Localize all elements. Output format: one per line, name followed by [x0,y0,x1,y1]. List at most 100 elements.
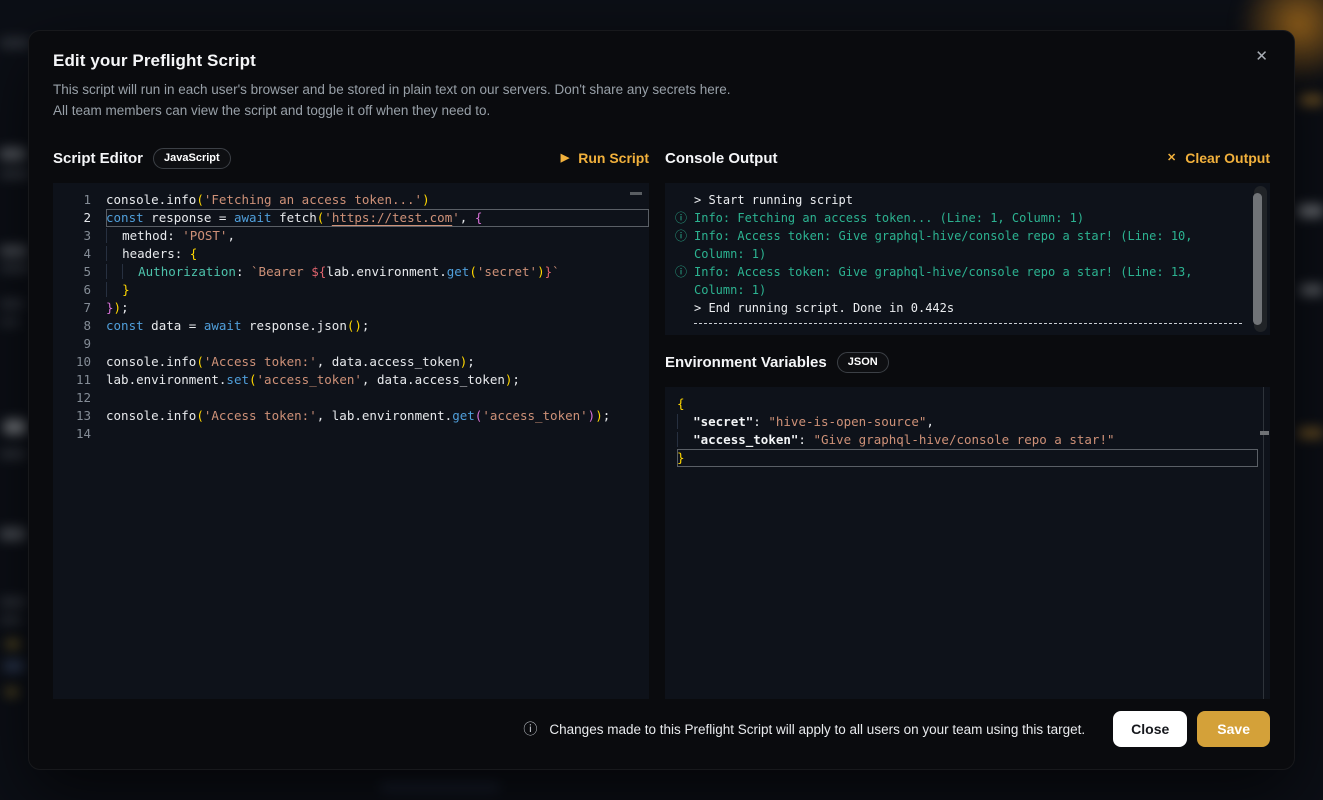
code-token: "access_token" [693,432,798,447]
code-token: ( [196,354,204,369]
env-line: "access_token": "Give graphql-hive/conso… [677,431,1258,449]
editor-scrollbar-thumb[interactable] [630,192,642,195]
console-scrollbar-track[interactable] [1254,186,1267,332]
script-editor-header: Script Editor JavaScript ▶ Run Script [53,145,649,171]
code-token: https://test.com [332,210,452,225]
info-icon: ⓘ [675,263,694,299]
run-script-label: Run Script [578,150,649,166]
modal-body: Script Editor JavaScript ▶ Run Script 1c… [29,145,1294,699]
code-token: , [926,414,934,429]
code-line: 3 method: 'POST', [53,227,649,245]
environment-variables-editor[interactable]: { "secret": "hive-is-open-source", "acce… [665,387,1270,699]
code-token: 'POST' [182,228,227,243]
code-token: headers: [122,246,190,261]
code-token: ) [422,192,430,207]
play-icon: ▶ [561,153,569,164]
code-token: : [753,414,768,429]
line-content: }); [106,299,649,317]
code-token: ) [114,300,122,315]
code-token: ) [537,264,545,279]
line-number: 3 [53,227,91,245]
line-number: 12 [53,389,91,407]
code-token: await [234,210,272,225]
code-token: `Bearer [251,264,311,279]
code-token: lab.environment. [106,372,226,387]
console-entry: > Start running script [675,191,1242,209]
code-token: { [475,210,483,225]
console-entry: ⓘInfo: Access token: Give graphql-hive/c… [675,263,1242,299]
code-token: 'secret' [477,264,537,279]
line-content: lab.environment.set('access_token', data… [106,371,649,389]
code-token: ; [603,408,611,423]
line-number: 7 [53,299,91,317]
code-token: console.info [106,408,196,423]
code-token: get [447,264,470,279]
console-entry-text: > Start running script [694,191,1242,209]
code-line: 6 } [53,281,649,299]
script-editor-code-area[interactable]: 1console.info('Fetching an access token.… [53,183,649,699]
json-badge: JSON [837,352,889,373]
line-content: headers: { [106,245,649,263]
code-token: await [204,318,242,333]
clear-output-button[interactable]: ✕ Clear Output [1167,150,1270,166]
code-line: 13 console.info('Access token:', lab.envi… [53,407,649,425]
code-token: } [677,450,685,465]
console-entry: > End running script. Done in 0.442s [675,299,1242,317]
indent-guide [106,282,122,297]
env-editor-scrollbar-thumb[interactable] [1260,431,1269,435]
code-token: , [460,210,475,225]
modal-header: Edit your Preflight Script This script w… [29,31,1294,121]
indent-guide [122,264,138,279]
code-token: { [190,246,198,261]
line-number: 10 [53,353,91,371]
log-indent [675,299,694,317]
code-line: 4 headers: { [53,245,649,263]
line-content [106,425,649,443]
code-line: 1console.info('Fetching an access token.… [53,191,649,209]
code-line: 12 [53,389,649,407]
line-number: 4 [53,245,91,263]
close-button[interactable]: Close [1113,711,1187,747]
code-token: : [798,432,813,447]
code-token: ` [552,264,560,279]
code-token: 'access_token' [482,408,587,423]
code-token: ; [121,300,129,315]
environment-variables-title: Environment Variables [665,354,827,371]
line-content: console.info('Access token:', lab.enviro… [106,407,649,425]
code-token: "secret" [693,414,753,429]
run-script-button[interactable]: ▶ Run Script [561,150,649,166]
script-editor-panel: Script Editor JavaScript ▶ Run Script 1c… [53,145,649,699]
code-token: const [106,318,144,333]
code-token: Authorization [138,264,236,279]
code-token: "Give graphql-hive/console repo a star!" [813,432,1114,447]
line-content: Authorization: `Bearer ${lab.environment… [106,263,649,281]
code-token: ( [196,408,204,423]
code-line: 2const response = await fetch('https://t… [53,209,649,227]
code-token: method: [122,228,182,243]
indent-guide [106,246,122,261]
indent-guide [677,432,693,447]
code-token: data = [144,318,204,333]
save-button[interactable]: Save [1197,711,1270,747]
code-token: ( [196,192,204,207]
code-token: 'access_token' [257,372,362,387]
code-token: { [677,396,685,411]
line-number: 1 [53,191,91,209]
code-token: , [227,228,235,243]
modal-close-icon[interactable]: ✕ [1249,43,1274,70]
code-token: 'Access token:' [204,408,317,423]
env-line: } [677,449,1258,467]
code-line: 11lab.environment.set('access_token', da… [53,371,649,389]
log-indent [675,191,694,209]
modal-description-line1: This script will run in each user's brow… [53,79,1270,100]
line-number: 13 [53,407,91,425]
code-token: console.info [106,354,196,369]
code-token: ; [362,318,370,333]
code-token: ; [512,372,520,387]
code-token: : [236,264,251,279]
code-line: 14 [53,425,649,443]
console-scrollbar-thumb[interactable] [1253,193,1262,325]
env-line: { [677,395,1258,413]
code-token: ${ [311,264,326,279]
code-token: , lab.environment. [317,408,452,423]
